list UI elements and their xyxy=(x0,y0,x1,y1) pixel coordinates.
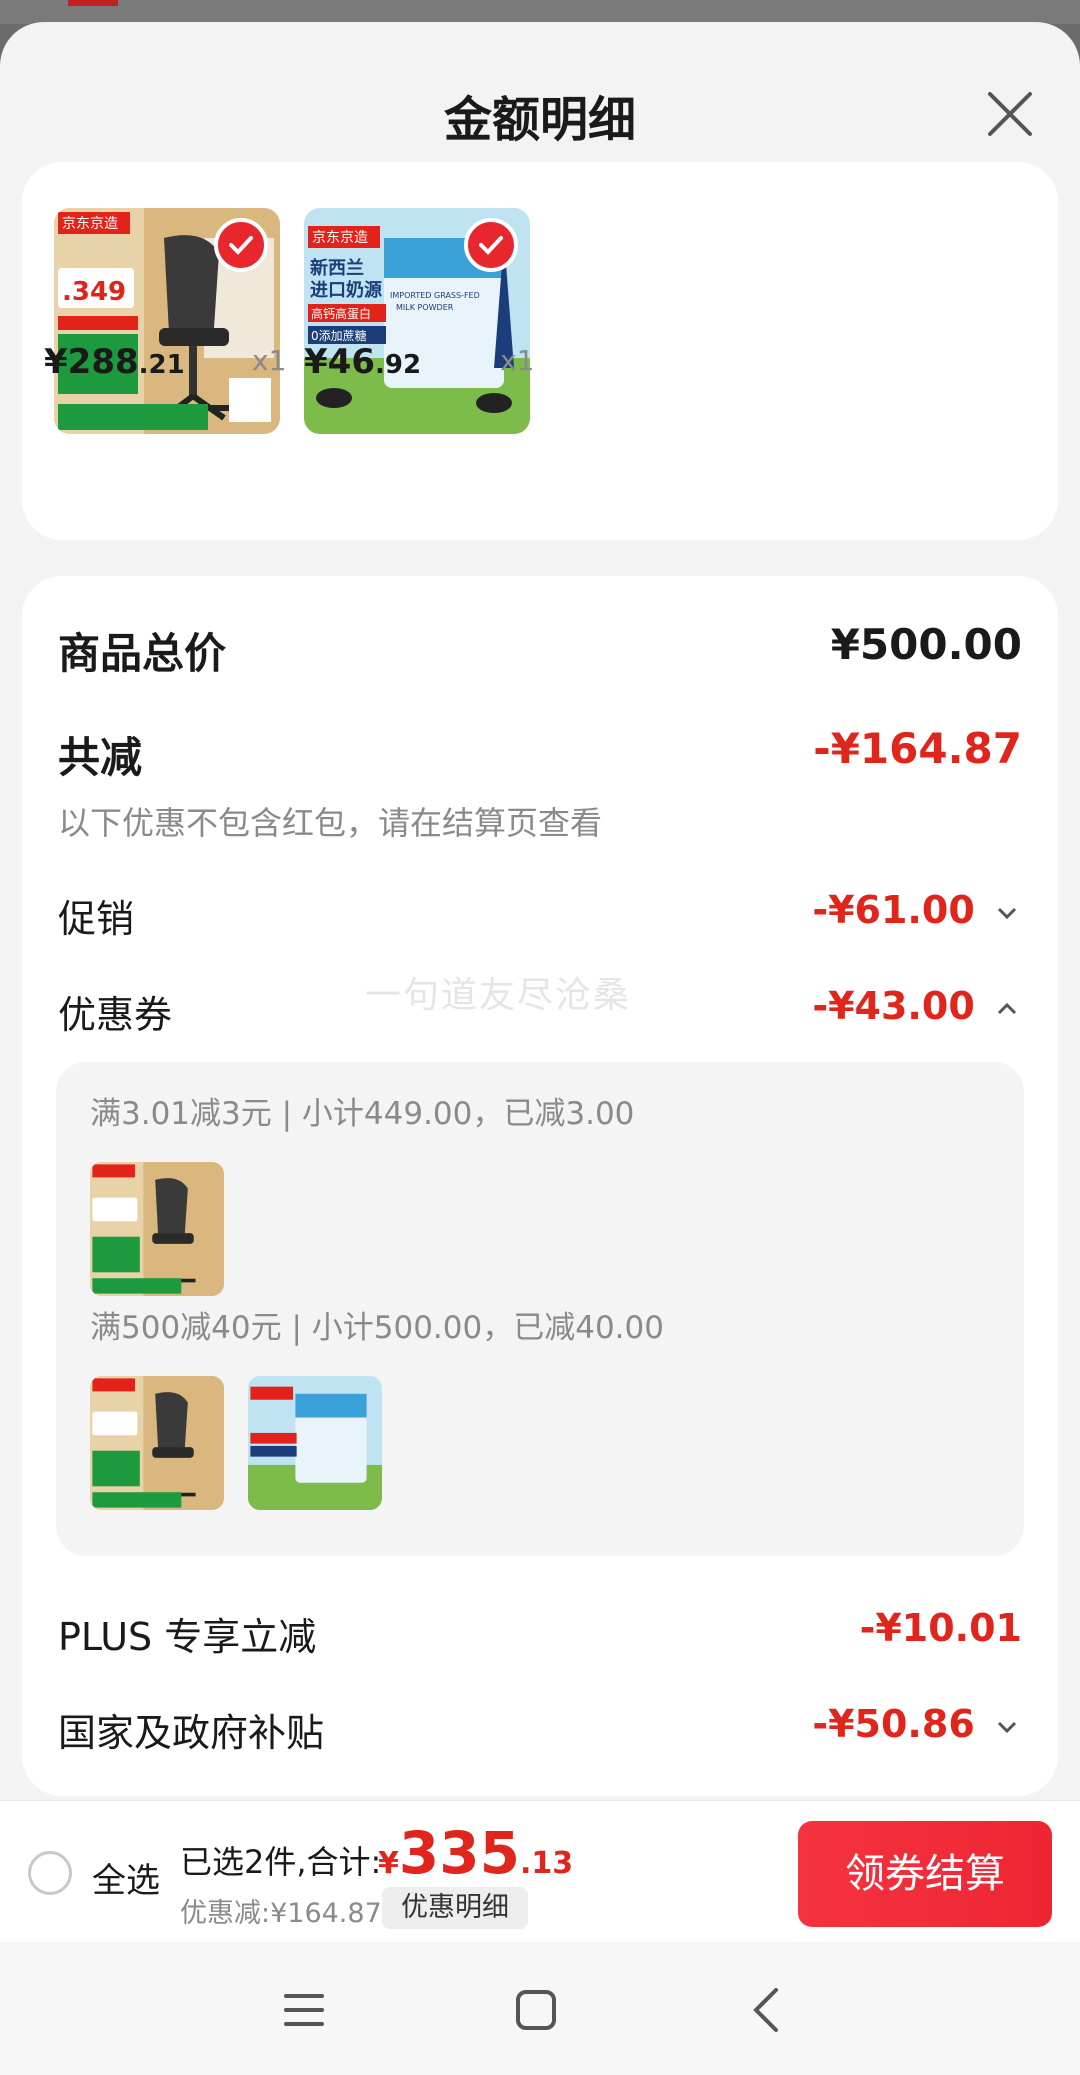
coupon-rule-line: 满500减40元 | 小计500.00，已减40.00 xyxy=(90,1310,664,1346)
gov-subsidy-row[interactable]: -¥50.86 xyxy=(812,1702,1018,1746)
milk-tag2: 0添加蔗糖 xyxy=(311,328,367,343)
office-chair-image[interactable]: 京东京造 .349 xyxy=(54,208,280,434)
milk-tag1: 高钙高蛋白 xyxy=(311,306,371,321)
plus-discount-value: -¥10.01 xyxy=(859,1606,1022,1650)
back-icon[interactable] xyxy=(736,1978,800,2042)
chevron-up-icon xyxy=(997,1002,1017,1014)
checkout-button[interactable]: 领券结算 xyxy=(798,1821,1052,1927)
milk-line2: 进口奶源 xyxy=(310,279,382,301)
close-icon[interactable] xyxy=(984,88,1036,140)
gov-subsidy-label: 国家及政府补贴 xyxy=(58,1711,325,1755)
system-nav-bar xyxy=(0,1942,1080,2075)
price-summary-card: 商品总价 ¥500.00 共减 -¥164.87 以下优惠不包含红包，请在结算页… xyxy=(22,576,1058,1796)
total-amount: ¥335.13 xyxy=(378,1819,574,1887)
total-reduction-label: 共减 xyxy=(58,733,143,782)
chair-brand-text: 京东京造 xyxy=(62,216,118,232)
milk-pack1: IMPORTED GRASS-FED xyxy=(390,291,480,300)
office-chair-thumb-icon xyxy=(90,1376,224,1510)
discount-detail-button[interactable]: 优惠明细 xyxy=(382,1887,528,1929)
menu-icon[interactable] xyxy=(272,1978,336,2042)
office-chair-thumb-icon xyxy=(90,1162,224,1296)
chevron-down-icon xyxy=(997,1721,1017,1733)
coupon-label: 优惠券 xyxy=(58,993,173,1037)
milk-brand-text: 京东京造 xyxy=(312,230,368,246)
product-qty: x1 xyxy=(500,344,535,377)
milk-powder-thumb-icon xyxy=(248,1376,382,1510)
total-price-value: ¥500.00 xyxy=(830,620,1022,669)
watermark: 一句道友尽沧桑 xyxy=(365,975,632,1016)
status-strip xyxy=(0,0,1080,24)
milk-line1: 新西兰 xyxy=(310,257,364,279)
coupon-value: -¥43.00 xyxy=(812,984,975,1028)
select-all-radio[interactable] xyxy=(28,1851,72,1895)
tab-indicator xyxy=(68,0,118,6)
coupon-row[interactable]: -¥43.00 xyxy=(812,984,1018,1028)
gov-subsidy-value: -¥50.86 xyxy=(812,1702,975,1746)
chevron-down-icon xyxy=(997,907,1017,919)
select-all-label[interactable]: 全选 xyxy=(92,1853,160,1902)
sheet-title: 金额明细 xyxy=(443,92,636,148)
milk-powder-image[interactable]: 京东京造 新西兰 进口奶源 高钙高蛋白 0添加蔗糖 IMPORTED GRASS… xyxy=(304,208,530,434)
promotion-label: 促销 xyxy=(58,897,135,941)
reduction-note: 以下优惠不包含红包，请在结算页查看 xyxy=(58,804,603,842)
selected-count-text: 已选2件,合计: xyxy=(180,1843,382,1881)
milk-pack2: MILK POWDER xyxy=(396,303,454,312)
discount-text: 优惠减:¥164.87 xyxy=(180,1898,382,1929)
coupon-rule-line: 满3.01减3元 | 小计449.00，已减3.00 xyxy=(90,1096,635,1132)
total-price-label: 商品总价 xyxy=(58,629,227,678)
chair-promo-price: .349 xyxy=(62,277,126,307)
checkout-bar: 全选 已选2件,合计: ¥335.13 优惠减:¥164.87 优惠明细 领券结… xyxy=(0,1800,1080,1942)
checked-icon xyxy=(464,218,518,272)
plus-discount-label: PLUS 专享立减 xyxy=(58,1615,317,1659)
checked-icon xyxy=(214,218,268,272)
product-qty: x1 xyxy=(252,344,287,377)
coupon-detail-box: 满3.01减3元 | 小计449.00，已减3.00 满500减40元 | 小计… xyxy=(56,1062,1024,1556)
total-reduction-value: -¥164.87 xyxy=(813,724,1022,773)
promotion-value: -¥61.00 xyxy=(812,888,975,932)
product-price: ¥288.21 xyxy=(44,342,185,382)
product-price: ¥46.92 xyxy=(304,342,422,382)
products-card: 京东京造 .349 ¥288.21 x1 京东京造 新西兰 进口奶源 高钙高蛋白 xyxy=(22,162,1058,540)
promotion-row[interactable]: -¥61.00 xyxy=(812,888,1018,932)
home-icon[interactable] xyxy=(504,1978,568,2042)
